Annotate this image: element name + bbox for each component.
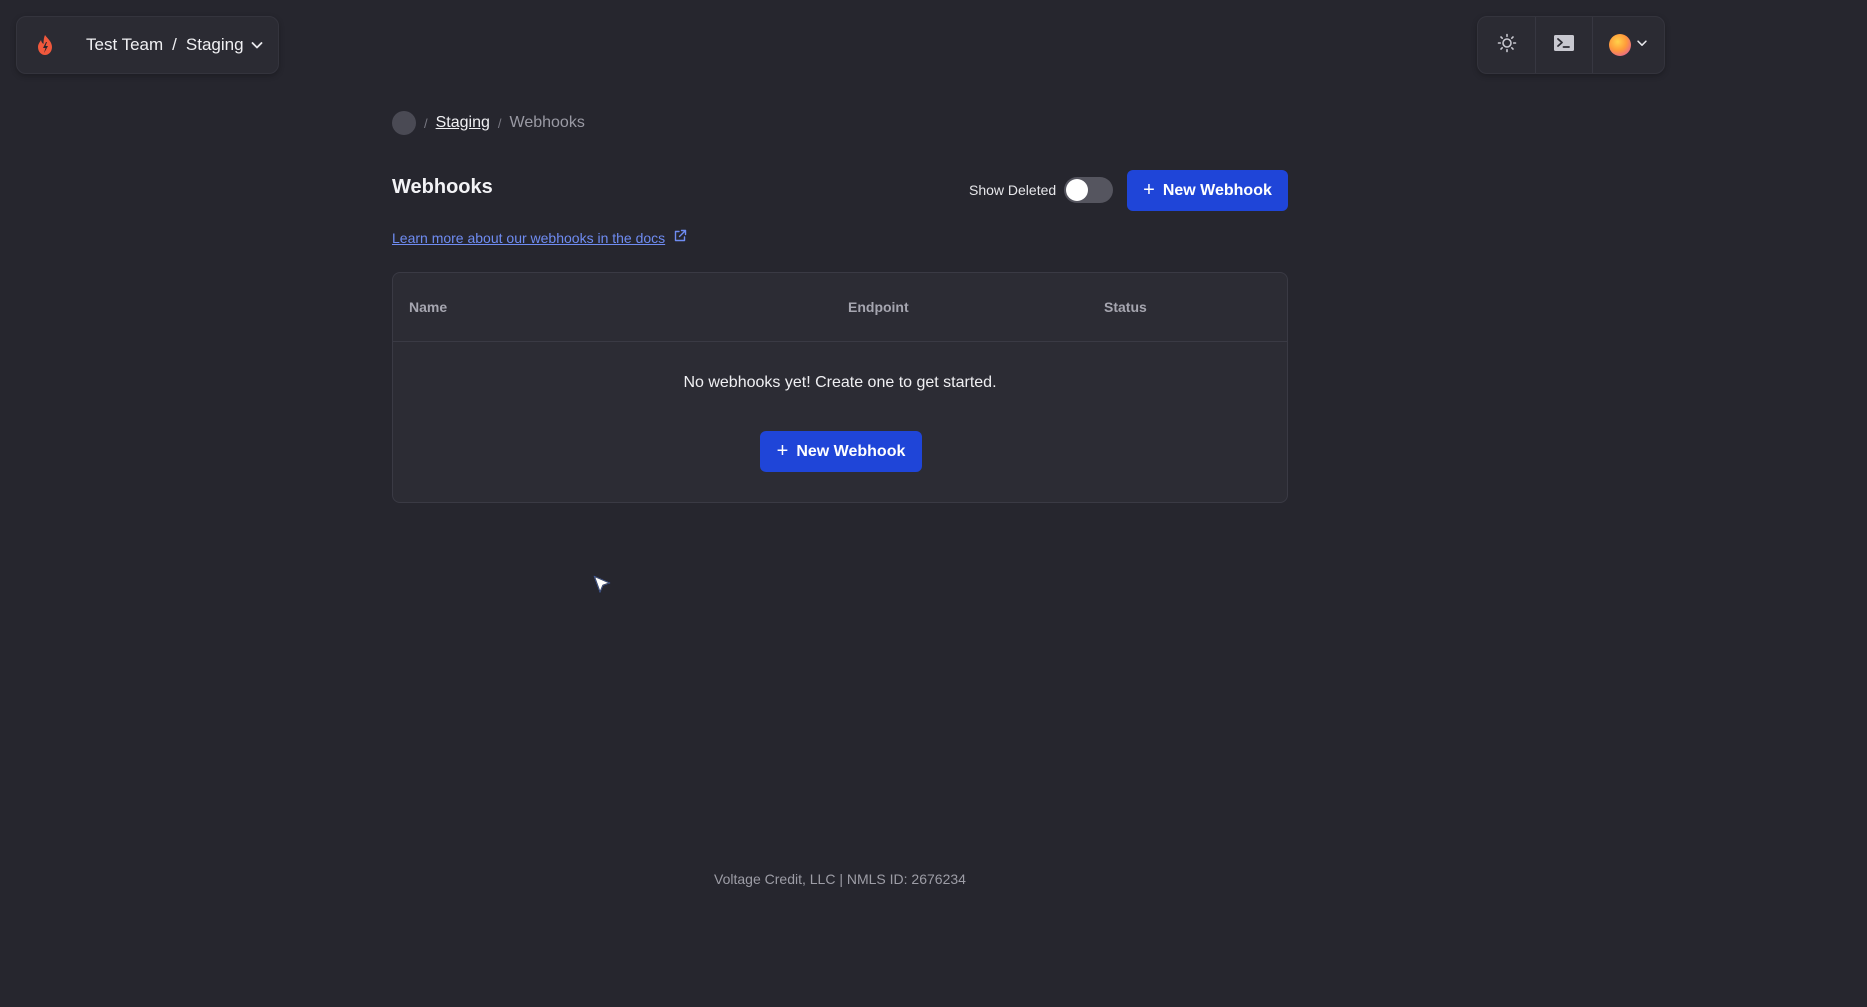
chevron-down-icon <box>1635 36 1649 55</box>
top-toolbar <box>1477 16 1665 74</box>
team-separator: / <box>172 35 177 54</box>
empty-state-message: No webhooks yet! Create one to get start… <box>683 374 997 391</box>
docs-link[interactable]: Learn more about our webhooks in the doc… <box>392 229 687 246</box>
console-button[interactable] <box>1535 17 1592 73</box>
team-switcher-label: Test Team / Staging <box>86 35 244 55</box>
show-deleted-toggle[interactable] <box>1064 177 1114 203</box>
environment-name: Staging <box>185 35 244 54</box>
user-menu-button[interactable] <box>1592 17 1664 73</box>
new-webhook-button[interactable]: + New Webhook <box>1127 170 1288 211</box>
theme-toggle-button[interactable] <box>1478 17 1535 73</box>
voltage-logo-icon <box>34 33 56 57</box>
plus-icon: + <box>776 440 789 462</box>
breadcrumb: / Staging / Webhooks <box>392 111 585 135</box>
breadcrumb-separator: / <box>497 115 502 131</box>
webhooks-table: Name Endpoint Status No webhooks yet! Cr… <box>392 272 1288 503</box>
team-name: Test Team <box>86 35 164 54</box>
empty-state-new-webhook-button[interactable]: + New Webhook <box>760 431 922 472</box>
docs-link-label: Learn more about our webhooks in the doc… <box>392 229 666 246</box>
sun-icon <box>1497 33 1517 58</box>
footer-text: Voltage Credit, LLC | NMLS ID: 2676234 <box>714 871 966 887</box>
show-deleted-control: Show Deleted <box>969 177 1114 203</box>
breadcrumb-current: Webhooks <box>509 114 585 131</box>
terminal-icon <box>1553 33 1575 58</box>
team-avatar-icon[interactable] <box>392 111 416 135</box>
breadcrumb-link-staging[interactable]: Staging <box>436 114 490 132</box>
column-header-status: Status <box>1104 299 1147 315</box>
plus-icon: + <box>1143 179 1155 201</box>
toggle-knob <box>1066 179 1089 201</box>
new-webhook-label: New Webhook <box>796 442 906 460</box>
external-link-icon <box>673 229 687 246</box>
column-header-endpoint: Endpoint <box>848 299 909 315</box>
page-title: Webhooks <box>392 176 493 198</box>
mouse-cursor-icon <box>590 573 614 597</box>
column-header-name: Name <box>409 299 448 315</box>
breadcrumb-separator: / <box>424 115 428 131</box>
avatar <box>1608 34 1631 56</box>
show-deleted-label: Show Deleted <box>969 182 1057 198</box>
table-header: Name Endpoint Status <box>393 273 1287 342</box>
chevron-down-icon[interactable] <box>249 37 265 53</box>
new-webhook-label: New Webhook <box>1162 181 1272 199</box>
team-switcher[interactable]: Test Team / Staging <box>16 16 279 74</box>
